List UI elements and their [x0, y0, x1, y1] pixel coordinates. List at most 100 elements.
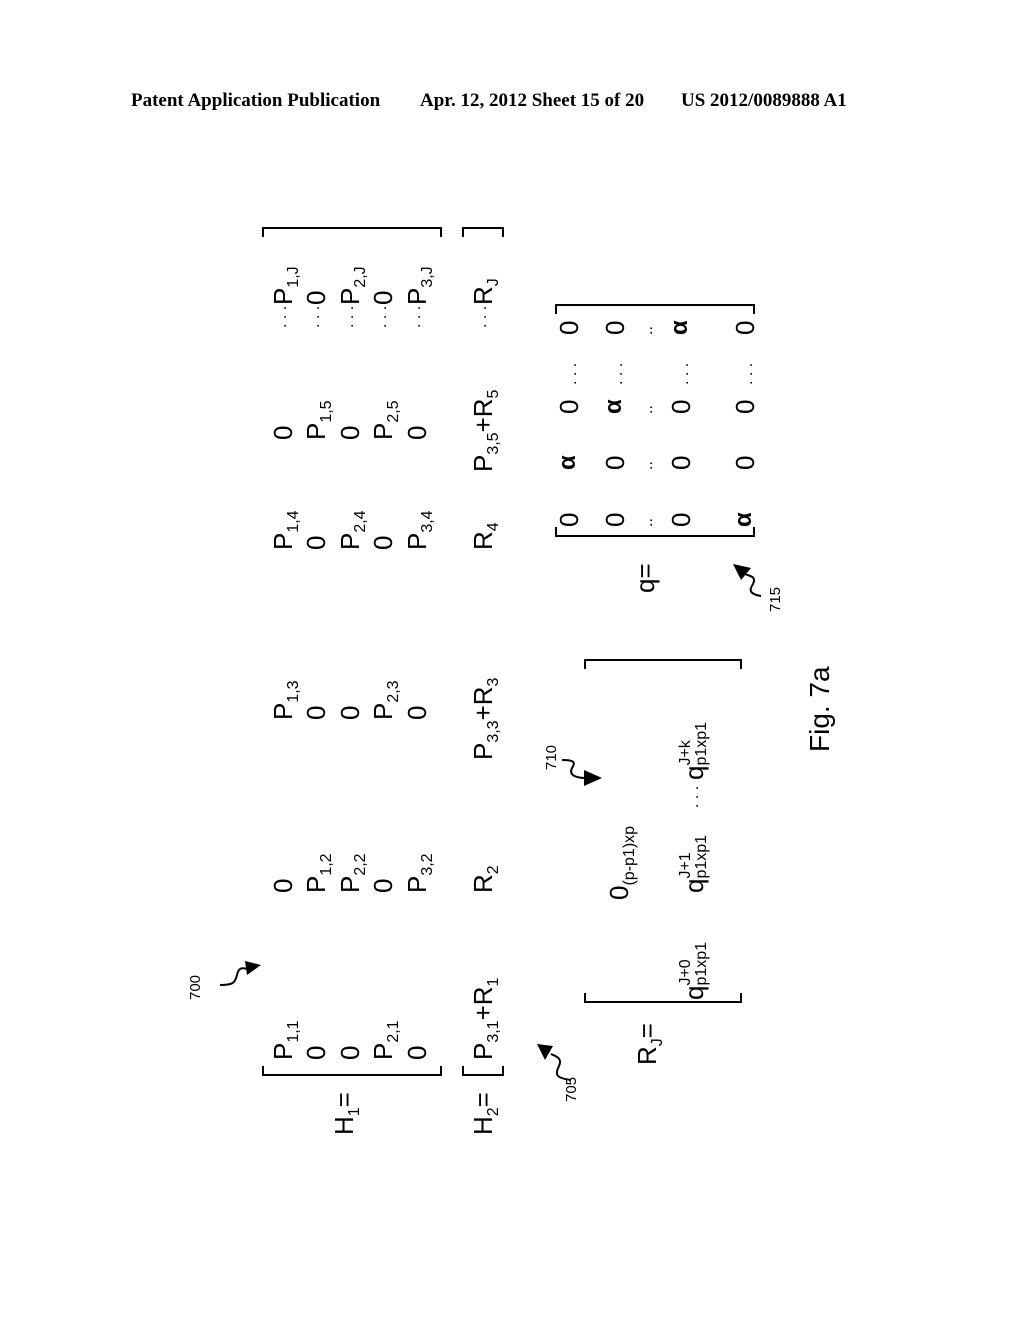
h1-cell-r1-c5-base: 0: [268, 425, 298, 440]
h1-cell-r4-c3-base: P: [368, 702, 398, 720]
h2-entry-2-part-1-base: R: [468, 874, 498, 893]
q-ellipsis-r4: . . .: [739, 362, 756, 385]
rj-q-entry-3-indices: J+k p1xp1: [677, 722, 710, 766]
q-cell-r5-c1: α: [730, 512, 757, 527]
ref-710-arrow-icon: [561, 759, 602, 786]
h1-cell-r3-c4-subscript: 2,4: [352, 510, 369, 533]
h2-entry-2-part-1-subscript: 2: [485, 865, 502, 875]
h1-cell-r3-c5: 0: [335, 425, 365, 440]
h1-cell-r2-c5-base: P: [301, 422, 331, 440]
h1-cell-r4-c5-subscript: 2,5: [385, 400, 402, 423]
h2-entry-1-part-2-subscript: 1: [485, 977, 502, 987]
q-label-base: q: [630, 578, 660, 593]
h2-entry-2: R2: [468, 865, 502, 893]
h1-cell-r1-c3: P1,3: [268, 680, 302, 720]
rj-ellipsis: . . .: [685, 785, 702, 808]
h1-cell-r5-c4: P3,4: [402, 510, 436, 550]
h2-entry-3: P3,3+R3: [468, 678, 502, 760]
q-cell-r3-c2: ..: [639, 461, 656, 470]
rj-equals-sign: =: [632, 1023, 662, 1039]
h1-cell-r1-c1-subscript: 1,1: [285, 1020, 302, 1043]
h1-cell-r3-c5-base: 0: [335, 425, 365, 440]
h1-cell-r4-c5: P2,5: [368, 400, 402, 440]
q-cell-r4-c1: 0: [666, 512, 696, 527]
ref-numeral-700: 700: [187, 974, 204, 1000]
h1-cell-r1-c4-subscript: 1,4: [285, 510, 302, 533]
h1-equals-sign: =: [329, 1092, 359, 1108]
h2-entry-1: P3,1+R1: [468, 978, 502, 1060]
h1-ellipsis-r5: . . .: [407, 305, 424, 328]
ref-705-arrow-icon: [537, 1044, 572, 1081]
rj-zero-block-subscript: (p-p1)xp: [621, 825, 638, 886]
h2-entry-4: R4: [468, 522, 502, 550]
h2-label-base: H: [468, 1116, 498, 1135]
h1-bracket-right: [262, 227, 442, 237]
h1-cell-r4-c6-base: 0: [368, 290, 398, 305]
h1-cell-r4-c1-subscript: 2,1: [385, 1020, 402, 1043]
h2-entry-3-part-2-base: +R: [468, 686, 498, 721]
h1-cell-r3-c4: P2,4: [335, 510, 369, 550]
h1-label-base: H: [329, 1116, 359, 1135]
h1-cell-r2-c2: P1,2: [301, 853, 335, 893]
q-cell-r5-c2: 0: [730, 455, 760, 470]
h2-bracket-left: [462, 1066, 504, 1076]
q-cell-r3-c1: ..: [639, 518, 656, 527]
q-ellipsis-r3: . . .: [675, 362, 692, 385]
h1-cell-r2-c2-base: P: [301, 875, 331, 893]
h2-entry-6-part-1-subscript: J: [485, 278, 502, 287]
h1-cell-r1-c3-subscript: 1,3: [285, 680, 302, 703]
h1-cell-r3-c1: 0: [335, 1046, 365, 1060]
header-publication-type: Patent Application Publication: [131, 90, 381, 111]
q-cell-r2-c2: 0: [600, 455, 630, 470]
q-cell-r1-c4: 0: [554, 320, 584, 335]
h2-entry-5: P3,5+R5: [468, 390, 502, 472]
h1-cell-r5-c3: 0: [402, 706, 432, 720]
q-ellipsis-r1: . . .: [563, 362, 580, 385]
rj-q-entry-2-base: q: [678, 878, 709, 893]
q-cell-r3-c3: ..: [639, 405, 656, 414]
q-cell-r3-c4: ..: [639, 326, 656, 335]
h1-cell-r4-c2: 0: [368, 879, 398, 893]
h1-cell-r5-c1: 0: [402, 1046, 432, 1060]
h1-cell-r4-c3: P2,3: [368, 680, 402, 720]
rj-bracket-right: [584, 659, 742, 669]
h1-cell-r3-c3-base: 0: [335, 705, 365, 720]
rj-q-entry-1-superscript: J+0: [677, 959, 694, 986]
h1-cell-r2-c3-base: 0: [301, 705, 331, 720]
h1-cell-r2-c5: P1,5: [301, 400, 335, 440]
h1-ellipsis-r4: . . .: [373, 305, 390, 328]
rj-bracket-left: [584, 993, 742, 1003]
q-cell-r4-c4: α: [666, 320, 693, 335]
h2-equals-sign: =: [468, 1092, 498, 1108]
h1-cell-r1-c1: P1,1: [268, 1020, 302, 1060]
h1-label: H1=: [329, 1092, 363, 1135]
h2-ellipsis: . . .: [473, 305, 490, 328]
h1-ellipsis-r3: . . .: [340, 305, 357, 328]
rj-q-entry-3-superscript: J+k: [677, 740, 694, 766]
rj-zero-block-base: 0: [604, 885, 634, 900]
h2-entry-5-part-1-subscript: 3,5: [485, 432, 502, 455]
h1-cell-r1-c4: P1,4: [268, 510, 302, 550]
header-date-sheet: Apr. 12, 2012 Sheet 15 of 20: [420, 90, 645, 111]
h1-cell-r5-c2: P3,2: [402, 853, 436, 893]
h1-cell-r1-c2: 0: [268, 879, 298, 893]
h2-entry-1-part-1-subscript: 3,1: [485, 1020, 502, 1043]
h1-cell-r4-c5-base: P: [368, 422, 398, 440]
h1-cell-r5-c2-base: P: [402, 875, 432, 893]
rj-zero-block: 0(p-p1)xp: [604, 826, 638, 900]
h1-cell-r5-c4-base: P: [402, 532, 432, 550]
h1-cell-r2-c1-base: 0: [301, 1045, 331, 1060]
h1-cell-r3-c6-base: P: [335, 287, 365, 305]
q-cell-r2-c3: α: [600, 399, 627, 414]
h1-cell-r2-c2-subscript: 1,2: [318, 853, 335, 876]
header-patent-number: US 2012/0089888 A1: [681, 90, 847, 111]
h2-entry-6-part-1-base: R: [468, 286, 498, 305]
h1-cell-r2-c5-subscript: 1,5: [318, 400, 335, 423]
h2-label: H2=: [468, 1092, 502, 1135]
q-cell-r1-c1: 0: [554, 512, 584, 527]
h1-cell-r4-c4-base: 0: [368, 535, 398, 550]
rj-q-entry-2-subscript: p1xp1: [693, 834, 710, 879]
q-cell-r4-c2: 0: [666, 455, 696, 470]
q-label: q=: [630, 563, 660, 593]
h1-cell-r5-c5-base: 0: [402, 425, 432, 440]
